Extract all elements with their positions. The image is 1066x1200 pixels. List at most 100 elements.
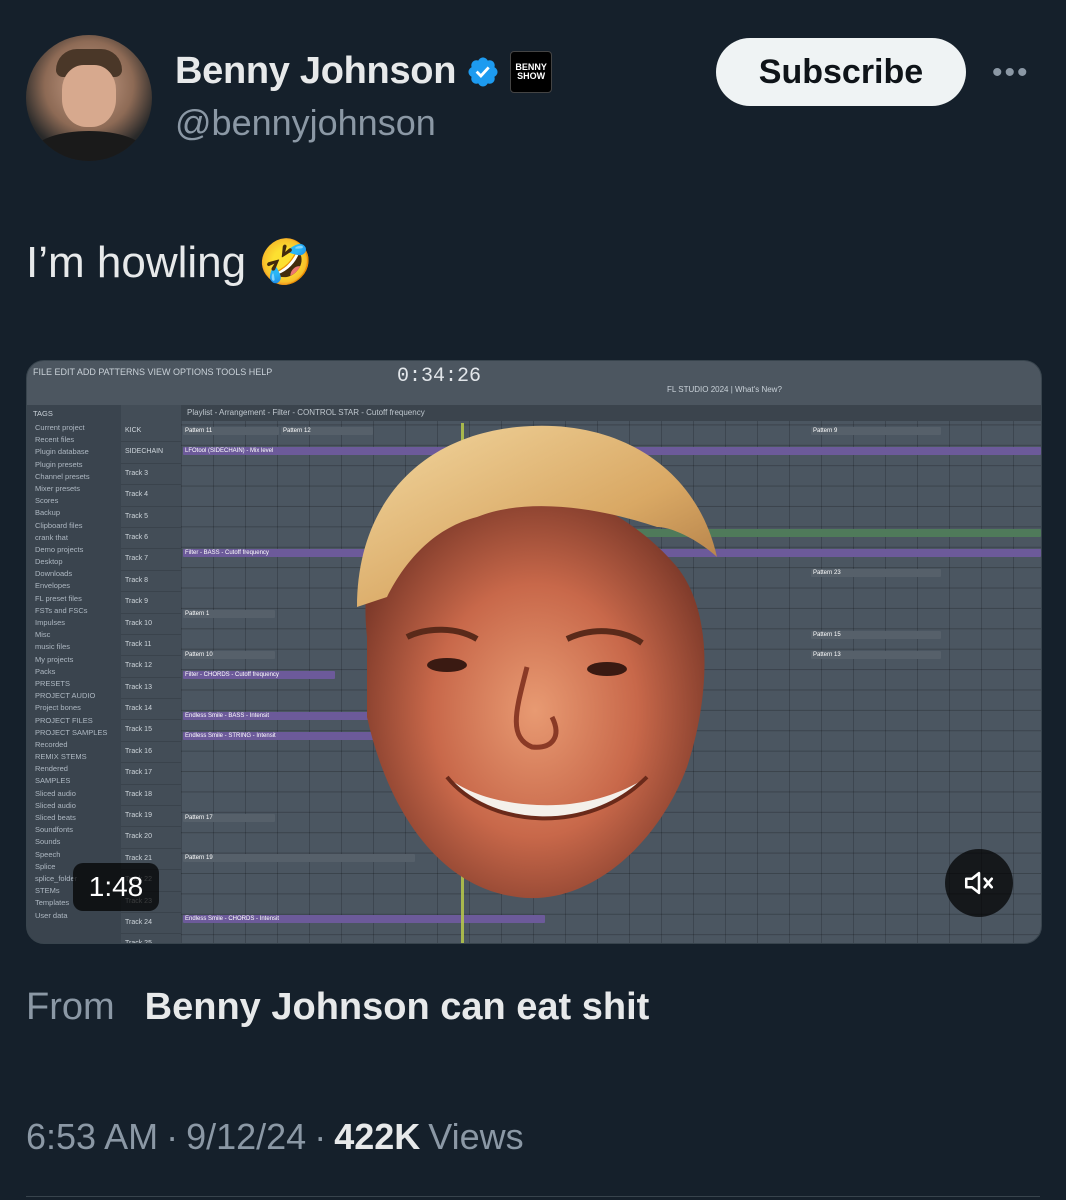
- verified-badge-icon: [468, 56, 498, 87]
- views-count: 422K: [334, 1116, 421, 1157]
- browser-item[interactable]: Misc: [27, 630, 121, 642]
- avatar-shirt: [34, 131, 144, 161]
- browser-item[interactable]: Sliced audio: [27, 789, 121, 801]
- track-header[interactable]: Track 24: [121, 913, 181, 935]
- track-header[interactable]: Track 19: [121, 806, 181, 828]
- browser-item[interactable]: Plugin presets: [27, 460, 121, 472]
- more-options-icon[interactable]: •••: [992, 56, 1030, 90]
- browser-item[interactable]: PROJECT SAMPLES: [27, 728, 121, 740]
- from-label: From: [26, 986, 115, 1028]
- browser-item[interactable]: Channel presets: [27, 472, 121, 484]
- browser-item[interactable]: Impulses: [27, 618, 121, 630]
- track-header[interactable]: Track 13: [121, 678, 181, 700]
- clip: Filter - CHORDS - Cutoff frequency: [183, 671, 335, 679]
- clip: Pattern 15: [811, 631, 941, 639]
- browser-item[interactable]: Scores: [27, 496, 121, 508]
- avatar-face: [62, 65, 116, 127]
- views-label: Views: [428, 1116, 524, 1157]
- media-source-row: From Benny Johnson can eat shit: [26, 986, 649, 1029]
- browser-item[interactable]: Plugin database: [27, 447, 121, 459]
- browser-item[interactable]: Clipboard files: [27, 521, 121, 533]
- fl-browser-header: TAGS: [33, 409, 53, 418]
- track-header[interactable]: Track 9: [121, 592, 181, 614]
- tweet-meta: 6:53 AM · 9/12/24 · 422K Views: [26, 1116, 524, 1158]
- track-header[interactable]: Track 7: [121, 549, 181, 571]
- tweet-text: I’m howling 🤣: [26, 238, 314, 287]
- track-header[interactable]: Track 5: [121, 507, 181, 528]
- track-header[interactable]: Track 14: [121, 699, 181, 721]
- track-header[interactable]: Track 25: [121, 934, 181, 943]
- clip: Pattern 23: [811, 569, 941, 577]
- clip: Pattern 17: [183, 814, 275, 822]
- browser-item[interactable]: Recorded: [27, 740, 121, 752]
- browser-item[interactable]: SAMPLES: [27, 776, 121, 788]
- author-avatar[interactable]: [26, 35, 152, 161]
- browser-item[interactable]: crank that: [27, 533, 121, 545]
- track-header[interactable]: Track 15: [121, 720, 181, 742]
- tweet-date[interactable]: 9/12/24: [186, 1116, 306, 1158]
- browser-item[interactable]: Sounds: [27, 837, 121, 849]
- meta-separator: ·: [314, 1116, 327, 1157]
- fl-track-spacer: [121, 405, 181, 421]
- video-duration-badge: 1:48: [73, 863, 159, 911]
- affiliate-badge-text: BENNY SHOW: [515, 61, 547, 81]
- track-header[interactable]: Track 17: [121, 763, 181, 785]
- meta-separator: ·: [166, 1116, 179, 1157]
- browser-item[interactable]: Current project: [27, 423, 121, 435]
- browser-item[interactable]: Demo projects: [27, 545, 121, 557]
- browser-item[interactable]: My projects: [27, 655, 121, 667]
- track-header[interactable]: Track 12: [121, 656, 181, 678]
- track-header[interactable]: Track 10: [121, 614, 181, 635]
- tweet-time[interactable]: 6:53 AM: [26, 1116, 158, 1158]
- track-header[interactable]: KICK: [121, 421, 181, 443]
- clip: Pattern 1: [183, 610, 275, 618]
- clip: Pattern 11: [183, 427, 279, 435]
- fl-menu: FILE EDIT ADD PATTERNS VIEW OPTIONS TOOL…: [33, 367, 273, 377]
- browser-item[interactable]: Recent files: [27, 435, 121, 447]
- track-header[interactable]: Track 18: [121, 785, 181, 807]
- clip: Pattern 13: [811, 651, 941, 659]
- divider: [26, 1196, 1040, 1197]
- browser-item[interactable]: PROJECT FILES: [27, 716, 121, 728]
- track-header[interactable]: Track 3: [121, 464, 181, 486]
- face-overlay-image: [357, 425, 717, 899]
- browser-item[interactable]: FL preset files: [27, 594, 121, 606]
- browser-item[interactable]: Speech: [27, 850, 121, 862]
- track-header[interactable]: Track 11: [121, 635, 181, 657]
- author-handle[interactable]: @bennyjohnson: [175, 102, 436, 144]
- speaker-muted-icon: [964, 871, 994, 895]
- video-player[interactable]: FILE EDIT ADD PATTERNS VIEW OPTIONS TOOL…: [26, 360, 1042, 944]
- browser-item[interactable]: Backup: [27, 508, 121, 520]
- track-header[interactable]: Track 6: [121, 528, 181, 550]
- track-header[interactable]: Track 8: [121, 571, 181, 593]
- track-header[interactable]: Track 20: [121, 827, 181, 849]
- browser-item[interactable]: Downloads: [27, 569, 121, 581]
- browser-item[interactable]: PRESETS: [27, 679, 121, 691]
- browser-item[interactable]: music files: [27, 642, 121, 654]
- browser-item[interactable]: REMIX STEMS: [27, 752, 121, 764]
- browser-item[interactable]: Project bones: [27, 703, 121, 715]
- fl-browser-list: Current project Recent files Plugin databa…: [27, 423, 121, 923]
- browser-item[interactable]: Rendered: [27, 764, 121, 776]
- subscribe-button[interactable]: Subscribe: [716, 38, 966, 106]
- browser-item[interactable]: Sliced beats: [27, 813, 121, 825]
- clip: Pattern 9: [811, 427, 941, 435]
- browser-item[interactable]: FSTs and FSCs: [27, 606, 121, 618]
- browser-item[interactable]: Packs: [27, 667, 121, 679]
- author-name-row: Benny Johnson BENNY SHOW: [175, 50, 553, 93]
- browser-item[interactable]: User data: [27, 911, 121, 923]
- mute-toggle-button[interactable]: [945, 849, 1013, 917]
- browser-item[interactable]: PROJECT AUDIO: [27, 691, 121, 703]
- clip: Pattern 10: [183, 651, 275, 659]
- browser-item[interactable]: Desktop: [27, 557, 121, 569]
- browser-item[interactable]: Mixer presets: [27, 484, 121, 496]
- author-display-name[interactable]: Benny Johnson: [175, 50, 456, 93]
- browser-item[interactable]: Soundfonts: [27, 825, 121, 837]
- track-header[interactable]: Track 16: [121, 742, 181, 764]
- browser-item[interactable]: Sliced audio: [27, 801, 121, 813]
- from-source-name[interactable]: Benny Johnson can eat shit: [145, 986, 650, 1029]
- track-header[interactable]: SIDECHAIN: [121, 442, 181, 464]
- affiliate-badge[interactable]: BENNY SHOW: [510, 50, 553, 93]
- browser-item[interactable]: Envelopes: [27, 581, 121, 593]
- track-header[interactable]: Track 4: [121, 485, 181, 507]
